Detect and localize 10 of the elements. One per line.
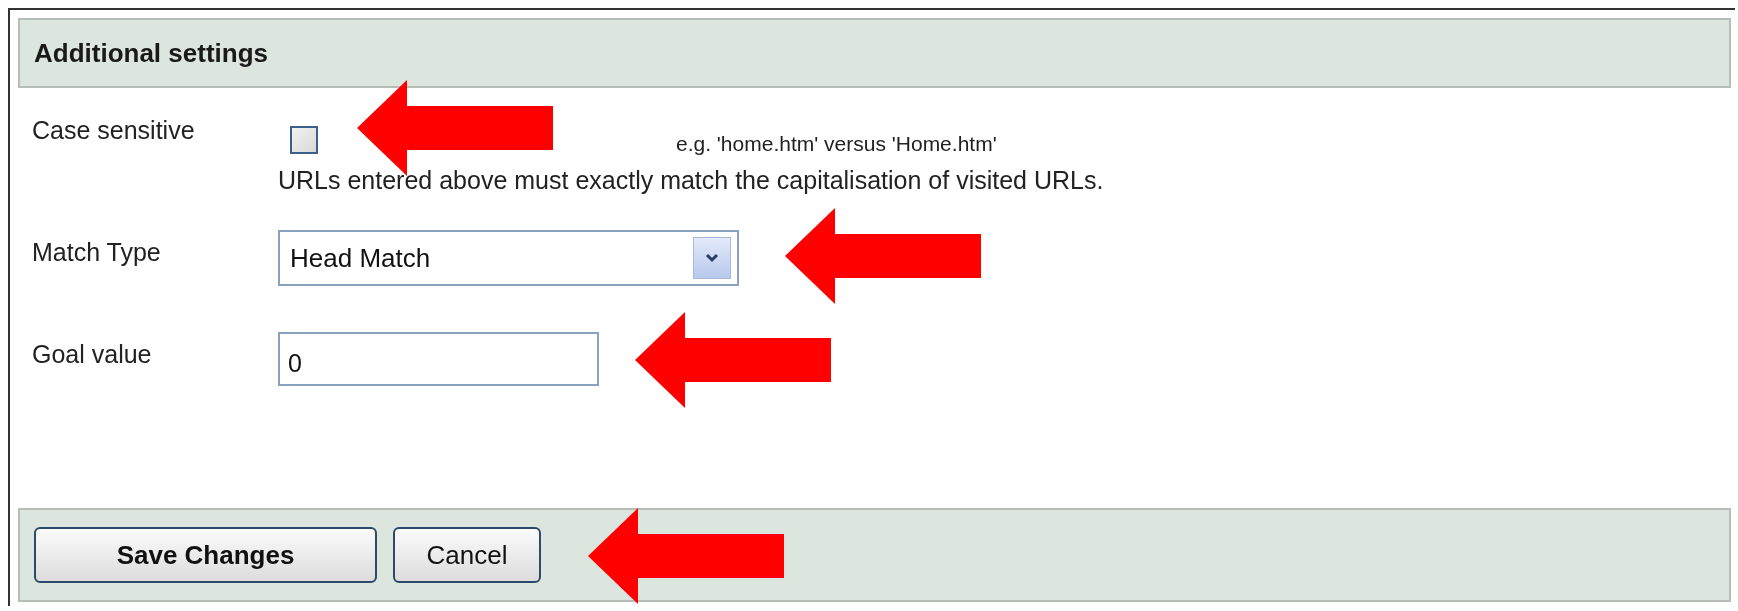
- cancel-button[interactable]: Cancel: [393, 527, 541, 583]
- section-header: Additional settings: [18, 18, 1731, 88]
- help-text: URLs entered above must exactly match the capitalisation of visited URLs.: [278, 166, 1104, 195]
- field-label: Case sensitive: [32, 115, 196, 146]
- goal-value-field[interactable]: 0: [278, 332, 599, 386]
- field-label: Goal value: [32, 339, 153, 370]
- hint-text: e.g. 'home.htm' versus 'Home.htm': [676, 132, 997, 156]
- save-button[interactable]: Save Changes: [34, 527, 377, 583]
- match-type-dropdown[interactable]: Head Match: [278, 230, 739, 286]
- field-label: Match Type: [32, 237, 162, 268]
